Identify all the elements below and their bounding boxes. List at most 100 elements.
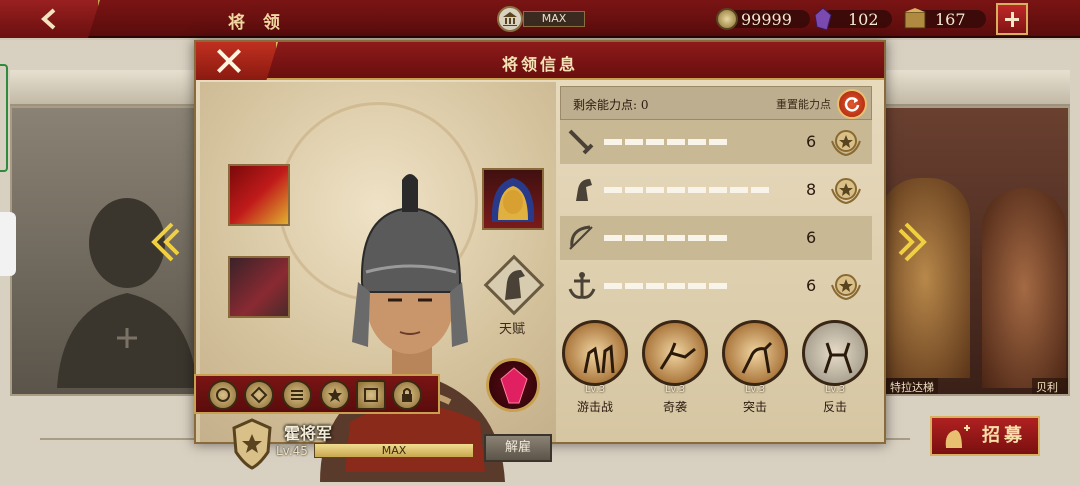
temple-icon [497,6,523,32]
stat-value: 6 [806,276,817,295]
stat-bar-segment [604,187,622,193]
experience-bar: MAX [314,443,474,458]
stat-row-cavalry: 8 [560,168,872,212]
recruit-label: 招募 [982,425,1026,446]
skill-assault-icon [722,320,788,386]
general-name: 霍将军 [284,424,333,443]
prev-general-arrow-icon[interactable] [150,222,180,262]
stats-header: 剩余能力点: 0 重置能力点 [560,86,872,120]
stat-bar [604,139,784,145]
reset-points-label: 重置能力点 [776,98,831,111]
silhouette-icon [57,198,197,388]
stat-value: 8 [806,180,817,199]
sword-icon [568,129,594,155]
stat-bar-segment [709,187,727,193]
refresh-icon [844,97,860,112]
badge-medal-1[interactable] [208,380,238,410]
stat-row-naval: 6 [560,264,872,308]
coin-value: 99999 [741,9,792,29]
gem-resource: 102 [812,7,879,31]
dismiss-button[interactable]: 解雇 [484,434,552,462]
stat-bar [604,187,784,193]
stat-bar-segment [667,283,685,289]
remaining-points-label: 剩余能力点: [573,98,638,112]
equipment-slot-mask[interactable] [482,168,544,230]
stat-bar-segment [625,187,643,193]
stat-value: 6 [806,132,817,151]
stat-bar-segment [667,139,685,145]
stat-bar-segment [646,187,664,193]
coin-icon [716,8,738,30]
skill-assault[interactable]: Lv.3 突击 [720,320,790,440]
bow-icon [569,225,593,250]
skill-raid-icon [642,320,708,386]
stat-bar-segment [688,283,706,289]
stat-bar-segment [709,235,727,241]
skill-guerrilla[interactable]: Lv.3 游击战 [560,320,630,440]
skill-level: Lv.3 [664,384,686,395]
building-level-bar: MAX [523,11,585,27]
stat-bar-segment [688,139,706,145]
stat-bar [604,283,784,289]
lock-icon[interactable] [392,380,422,410]
stat-bar-segment [646,283,664,289]
badge-medal-3[interactable] [282,380,312,410]
stat-bar-segment [646,139,664,145]
general-portrait-1 [880,178,970,378]
stats-panel: 剩余能力点: 0 重置能力点 6 8 6 6 [560,86,872,312]
skill-level: Lv.3 [584,384,606,395]
remaining-points-value: 0 [640,98,649,112]
rank-shield-icon [232,418,272,470]
remaining-points: 剩余能力点: 0 [573,96,649,113]
talent-horse-icon[interactable] [481,252,547,318]
upgrade-star-icon[interactable] [830,271,862,301]
horse-icon [576,179,592,201]
food-resource: 167 [903,7,966,31]
general-name-tag-1: 特拉达梯 [886,378,938,394]
equipment-slot-banner[interactable] [228,164,290,226]
skill-counterattack[interactable]: Lv.3 反击 [800,320,870,440]
add-resource-button[interactable] [996,3,1028,35]
skill-name: 反击 [822,400,847,414]
upgrade-star-icon[interactable] [830,175,862,205]
dialog-header: 将领信息 [196,42,884,80]
stat-row-attack: 6 [560,120,872,164]
skill-counterattack-icon [802,320,868,386]
stat-bar-segment [625,283,643,289]
badge-medal-2[interactable] [244,380,274,410]
skills-row: Lv.3 游击战 Lv.3 奇袭 Lv.3 突击 Lv.3 反击 [560,318,880,442]
stat-bar-segment [667,187,685,193]
stat-bar-segment [709,283,727,289]
skill-guerrilla-icon [562,320,628,386]
portrait-area: 天赋 霍将军 Lv.45 MAX 解雇 [194,82,556,482]
upgrade-star-icon[interactable] [830,127,862,157]
general-info-dialog: 将领信息 天赋 霍将军 Lv.45 MAX 解雇 剩余能力点: 0 重置能力点 … [194,40,886,482]
general-name-tag-2: 贝利撒 [1032,378,1068,394]
skill-level: Lv.3 [824,384,846,395]
recruit-button[interactable]: 招募 [930,416,1040,456]
talent-label: 天赋 [498,322,525,337]
stat-bar-segment [604,283,622,289]
badge-scroll[interactable] [356,380,386,410]
empty-general-card[interactable] [10,106,220,396]
equipment-slot-gauntlet[interactable] [228,256,290,318]
stat-row-archery: 6 [560,216,872,260]
badge-medal-4[interactable] [320,380,350,410]
general-level: Lv.45 [276,444,308,458]
back-button[interactable] [0,0,100,38]
page-title: 将 领 [228,13,286,33]
side-pull-tab[interactable] [0,212,16,276]
stat-bar-segment [604,139,622,145]
skill-raid[interactable]: Lv.3 奇袭 [640,320,710,440]
next-general-arrow-icon[interactable] [898,222,928,262]
reset-points-button[interactable] [837,89,867,119]
stat-bar [604,235,784,241]
ruby-gem-icon[interactable] [486,358,540,412]
coin-resource: 99999 [716,7,792,31]
left-edge-frame [0,64,8,172]
dialog-title: 将领信息 [501,55,578,74]
badge-row [194,374,440,414]
stat-bar-segment [625,139,643,145]
stat-bar-segment [688,235,706,241]
top-bar: 将 领 MAX 99999 102 167 [0,0,1080,38]
